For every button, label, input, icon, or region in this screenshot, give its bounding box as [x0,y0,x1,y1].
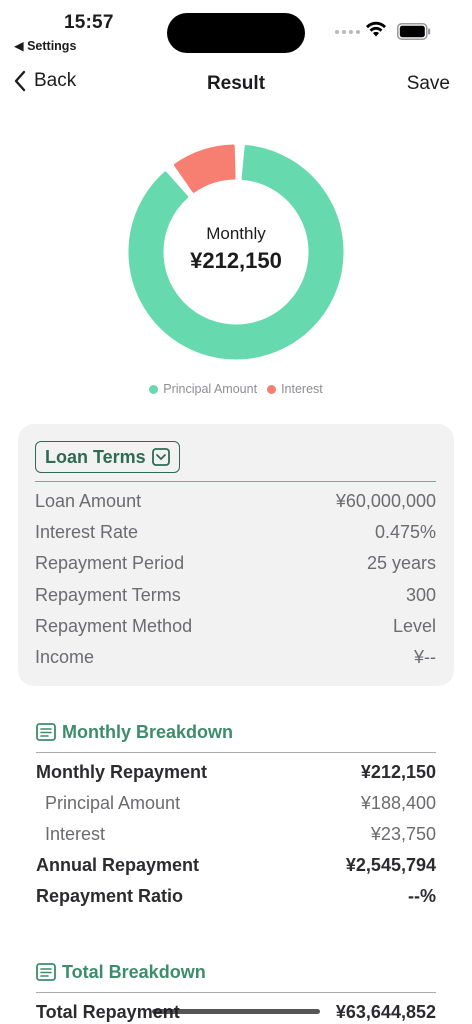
loan-terms-toggle-button[interactable]: Loan Terms [35,441,180,473]
monthly-repayment-row: Monthly Repayment ¥212,150 [36,757,436,788]
term-label: Repayment Method [35,615,193,636]
legend-dot-principal [149,384,159,394]
term-label: Income [35,647,95,668]
term-value: ¥-- [414,647,436,668]
total-breakdown-header: Total Breakdown [36,958,436,986]
list-document-icon [36,723,56,741]
interest-row: Interest ¥23,750 [36,819,436,850]
back-to-settings-link[interactable]: ◀ Settings [14,38,76,53]
dynamic-island [167,13,305,53]
row-value: ¥188,400 [360,793,436,813]
term-label: Repayment Terms [35,584,181,605]
legend-label-principal: Principal Amount [163,382,258,396]
row-label: Principal Amount [45,793,181,813]
divider [35,481,436,482]
loan-terms-card: Loan Terms Loan Amount ¥60,000,000 Intere… [18,424,454,686]
row-label: Interest [45,824,106,844]
row-value: ¥63,644,852 [335,1002,436,1022]
legend-dot-interest [267,384,277,394]
repayment-ratio-row: Repayment Ratio --% [36,881,436,912]
wifi-icon [366,21,386,37]
legend-item-interest: Interest [267,382,323,396]
loan-term-row: Loan Amount ¥60,000,000 [35,486,436,517]
navigation-bar: Back Result Save [0,62,472,106]
battery-icon [397,23,431,40]
total-breakdown-section: Total Breakdown Total Repayment ¥63,644,8… [36,958,436,1024]
row-value: ¥23,750 [370,824,436,844]
row-value: ¥2,545,794 [345,855,436,875]
term-value: 300 [405,584,436,605]
back-button[interactable]: Back [14,70,76,92]
row-label: Monthly Repayment [36,762,208,782]
loan-term-row: Income ¥-- [35,642,436,673]
save-button[interactable]: Save [407,73,450,95]
chevron-down-square-icon [151,448,170,466]
donut-center-value: ¥212,150 [190,248,282,273]
status-bar: 15:57 ◀ Settings [0,0,472,60]
term-label: Loan Amount [35,491,142,512]
term-label: Interest Rate [35,522,139,543]
monthly-breakdown-header: Monthly Breakdown [36,718,436,746]
term-value: Level [392,615,436,636]
monthly-breakdown-section: Monthly Breakdown Monthly Repayment ¥212,… [36,718,436,912]
total-breakdown-title: Total Breakdown [62,961,206,982]
chevron-left-icon [14,70,26,92]
legend-label-interest: Interest [281,382,323,396]
loan-terms-list: Loan Amount ¥60,000,000 Interest Rate 0.47… [35,486,436,673]
divider [36,992,436,993]
term-label: Repayment Period [35,553,185,574]
loan-terms-label: Loan Terms [45,446,146,467]
loan-term-row: Repayment Terms 300 [35,580,436,611]
loan-term-row: Repayment Period 25 years [35,548,436,579]
donut-center: Monthly ¥212,150 [126,142,346,362]
annual-repayment-row: Annual Repayment ¥2,545,794 [36,850,436,881]
row-value: --% [408,886,436,906]
row-label: Annual Repayment [36,855,200,875]
loan-term-row: Interest Rate 0.475% [35,517,436,548]
chart-legend: Principal Amount Interest [0,382,472,396]
legend-item-principal: Principal Amount [149,382,257,396]
donut-center-label: Monthly [206,224,266,243]
cellular-signal-icon [335,30,360,34]
list-document-icon [36,963,56,981]
loan-term-row: Repayment Method Level [35,611,436,642]
term-value: ¥60,000,000 [335,491,436,512]
back-button-label: Back [34,70,77,91]
principal-amount-row: Principal Amount ¥188,400 [36,788,436,819]
term-value: 25 years [366,553,436,574]
row-label: Repayment Ratio [36,886,184,906]
status-time: 15:57 [64,12,114,33]
row-value: ¥212,150 [360,762,436,782]
divider [36,752,436,753]
term-value: 0.475% [374,522,436,543]
monthly-breakdown-title: Monthly Breakdown [62,721,234,742]
home-indicator[interactable] [152,1009,320,1014]
